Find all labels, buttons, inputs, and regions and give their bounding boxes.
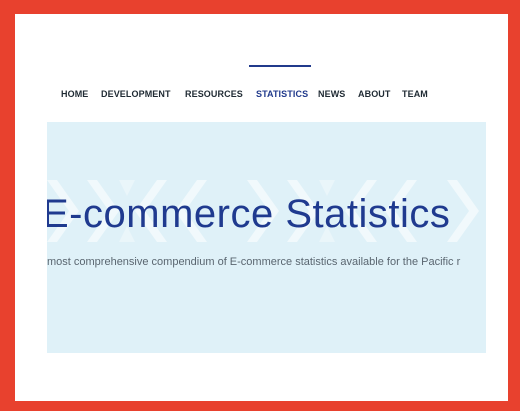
hero-banner: E-commerce Statistics most comprehensive… [47, 122, 486, 353]
page-title: E-commerce Statistics [47, 192, 451, 236]
nav-item-development[interactable]: DEVELOPMENT [101, 89, 171, 99]
screenshot-border-bottom [0, 401, 520, 411]
nav-item-team[interactable]: TEAM [402, 89, 428, 99]
nav-item-resources[interactable]: RESOURCES [185, 89, 243, 99]
page-subtitle: most comprehensive compendium of E-comme… [47, 256, 461, 268]
nav-item-about[interactable]: ABOUT [358, 89, 391, 99]
active-tab-indicator [249, 65, 311, 67]
nav-item-news[interactable]: NEWS [318, 89, 345, 99]
nav-item-statistics[interactable]: STATISTICS [256, 89, 308, 99]
main-navigation: HOME DEVELOPMENT RESOURCES STATISTICS NE… [0, 0, 520, 120]
nav-item-home[interactable]: HOME [61, 89, 88, 99]
